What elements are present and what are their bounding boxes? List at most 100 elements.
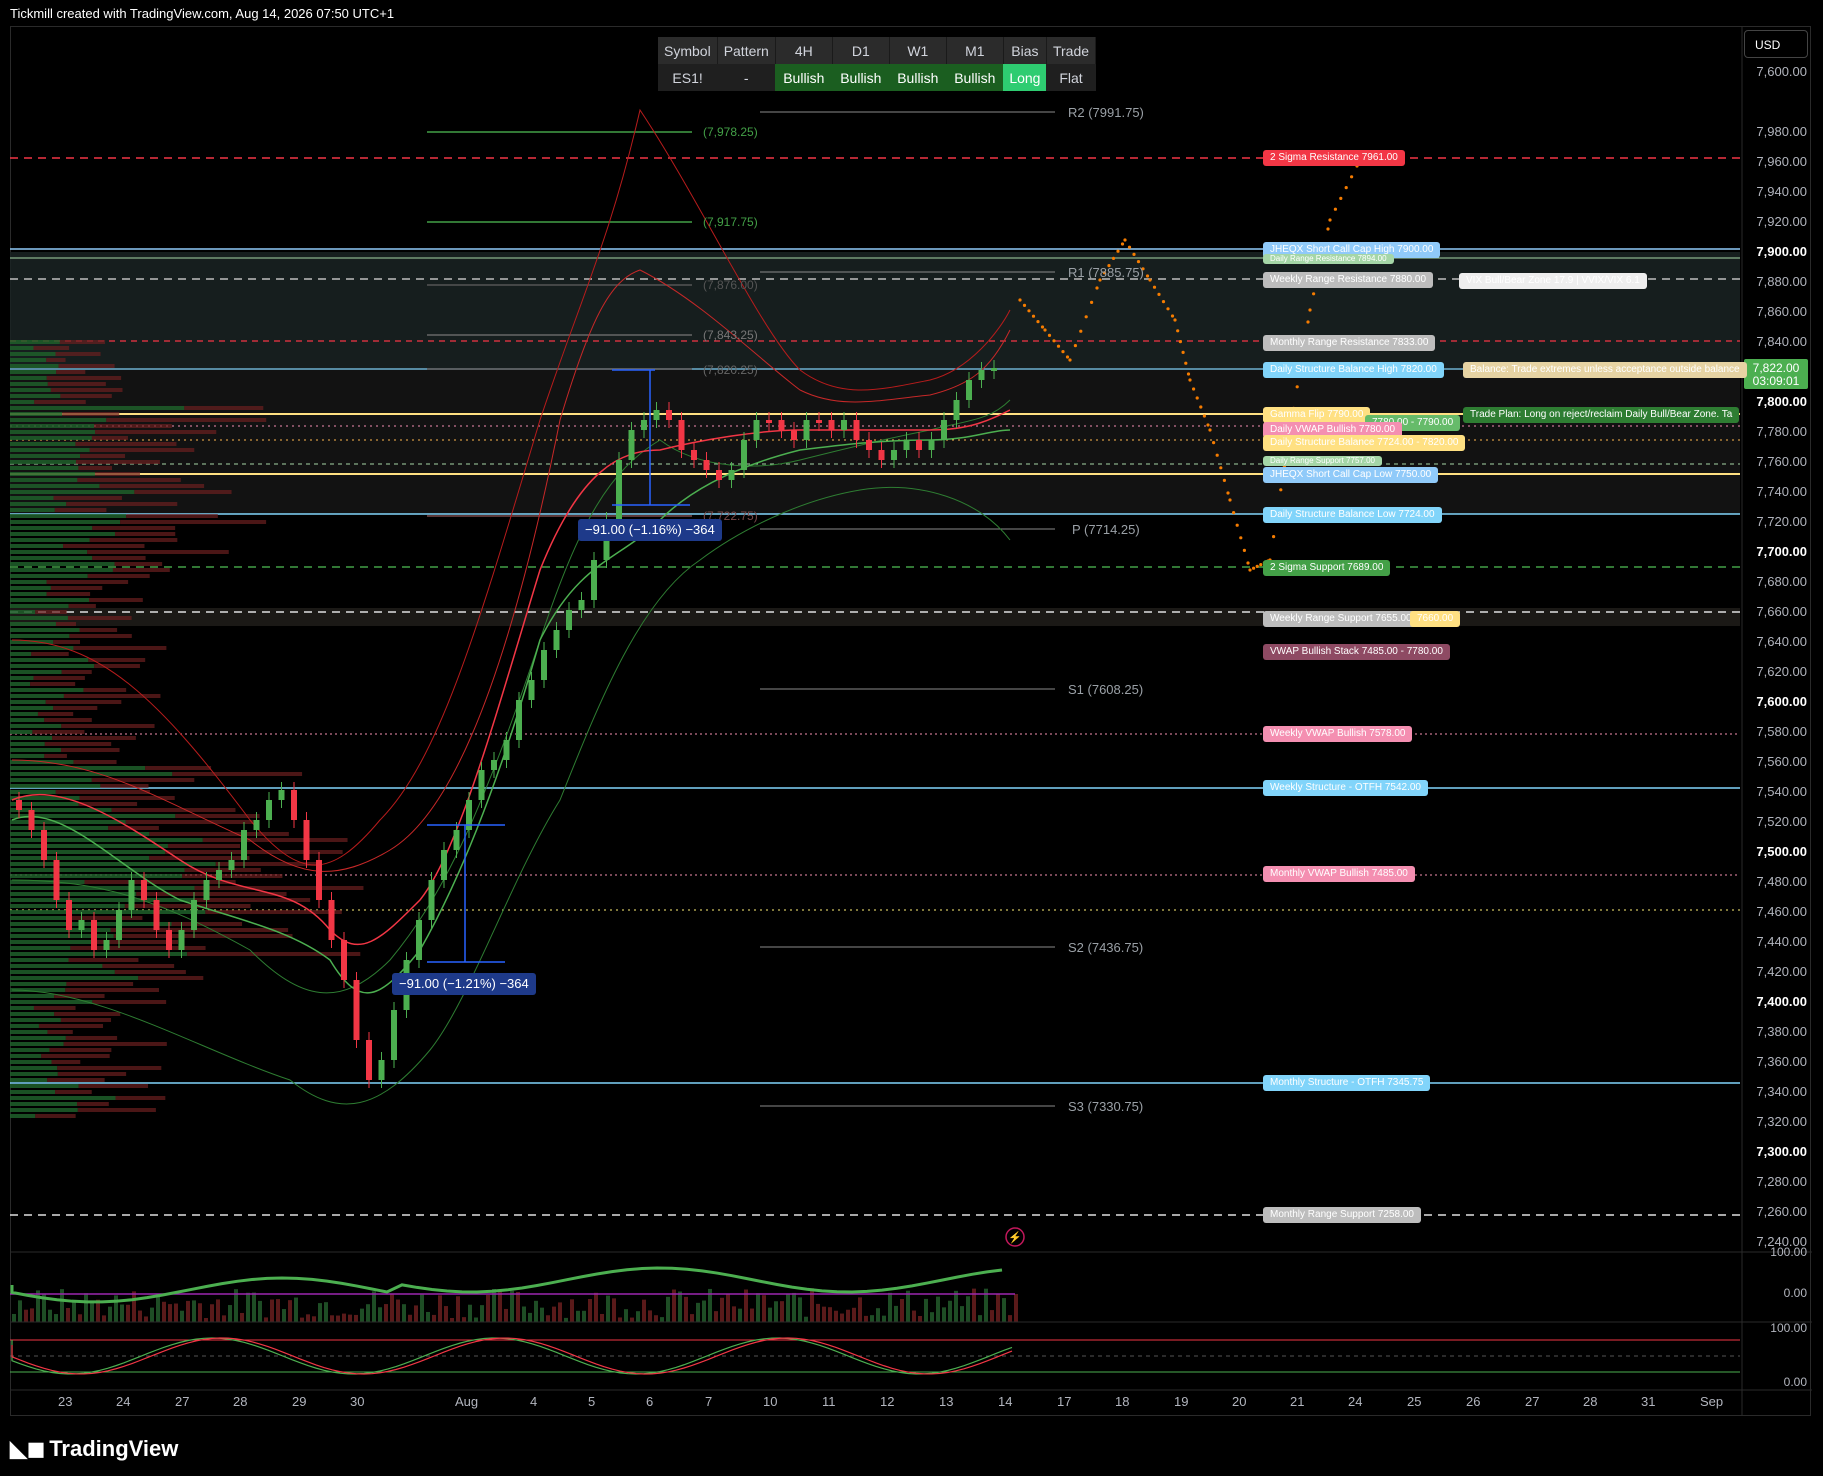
price-tick: 7,720.00 (1756, 514, 1807, 529)
osc-bar (402, 1304, 406, 1322)
projection-dot (1212, 441, 1216, 445)
volume-profile-bar (53, 640, 81, 644)
candle-body (691, 450, 697, 460)
volume-profile-bar (10, 946, 71, 950)
projection-dot (1090, 300, 1094, 304)
volume-profile-bar (54, 1012, 121, 1016)
level-label[interactable]: Daily Structure Balance Low 7724.00 (1263, 507, 1442, 523)
osc-bar (438, 1295, 442, 1322)
volume-profile-bar (38, 1024, 104, 1028)
volume-profile-bar (10, 958, 69, 962)
volume-profile-bar (10, 418, 107, 422)
currency-button[interactable]: USD (1744, 30, 1808, 58)
price-tick: 7,480.00 (1756, 874, 1807, 889)
date-tick: 5 (588, 1394, 596, 1409)
osc-bar (696, 1302, 700, 1322)
volume-profile-bar (10, 472, 95, 476)
candle-body (328, 900, 335, 940)
date-tick: 23 (58, 1394, 73, 1409)
level-label[interactable]: Trade Plan: Long on reject/reclaim Daily… (1463, 407, 1740, 423)
volume-profile-bar (55, 352, 101, 356)
th-trade: Trade (1046, 37, 1097, 64)
projection-dot (1195, 396, 1199, 400)
level-label[interactable]: Gamma Flip 7790.00 (1263, 407, 1371, 423)
projection-dot (1328, 218, 1332, 222)
osc-bar (948, 1300, 952, 1322)
volume-profile-bar (114, 532, 176, 536)
price-tick: 7,680.00 (1756, 574, 1807, 589)
volume-profile-bar (110, 928, 289, 932)
level-label[interactable]: Monthly Range Resistance 7833.00 (1263, 335, 1436, 351)
candle-body (841, 420, 847, 430)
price-tick: 7,780.00 (1756, 424, 1807, 439)
volume-profile-bar (73, 760, 117, 764)
volume-profile-bar (10, 412, 63, 416)
osc-bar (678, 1291, 682, 1322)
volume-profile-bar (10, 538, 90, 542)
volume-profile-bar (10, 706, 54, 710)
osc-bar (102, 1315, 106, 1322)
candle-body (216, 870, 222, 880)
level-label[interactable]: 7660.00 (1410, 611, 1461, 627)
price-tick: 7,520.00 (1756, 814, 1807, 829)
level-label[interactable]: Weekly Range Support 7655.00 (1263, 611, 1419, 627)
level-label[interactable]: Monthly VWAP Bullish 7485.00 (1263, 866, 1415, 882)
candle-body (766, 420, 772, 423)
volume-profile-bar (53, 706, 98, 710)
candle-body (41, 830, 47, 860)
candle-body (203, 880, 210, 900)
date-tick: Sep (1700, 1394, 1724, 1409)
volume-profile-bar (10, 844, 168, 848)
volume-profile-bar (165, 850, 343, 854)
pivot-s1: S1 (7608.25) (1068, 682, 1144, 697)
date-tick: 27 (1525, 1394, 1540, 1409)
osc-bar (54, 1314, 58, 1322)
osc-bar (774, 1301, 778, 1322)
osc-bar (936, 1296, 940, 1322)
level-label[interactable]: Monthly Range Support 7258.00 (1263, 1207, 1421, 1223)
volume-profile-bar (75, 442, 177, 446)
balance-zone (10, 252, 1740, 368)
level-label[interactable]: Weekly Range Resistance 7880.00 (1263, 272, 1434, 288)
volume-profile-bar (10, 550, 88, 554)
level-label[interactable]: Weekly VWAP Bullish 7578.00 (1263, 726, 1413, 742)
volume-profile-bar (187, 952, 361, 956)
projection-dot (1232, 510, 1236, 515)
candle-body (28, 810, 35, 830)
osc-bar (516, 1291, 520, 1322)
level-label[interactable]: Daily Structure Balance 7724.00 - 7820.0… (1263, 435, 1466, 451)
projection-dot (1120, 242, 1125, 246)
volume-profile-bar (10, 424, 95, 428)
volume-profile-bar (10, 964, 103, 968)
volume-profile-bar (113, 934, 293, 938)
level-label[interactable]: Daily Range Resistance 7894.00 (1263, 254, 1394, 264)
level-label[interactable]: Daily Structure Balance High 7820.00 (1263, 362, 1444, 378)
osc-bar (732, 1306, 736, 1322)
volume-profile-bar (10, 376, 47, 380)
projection-dot (1252, 566, 1256, 570)
level-label[interactable]: Weekly Structure - OTFH 7542.00 (1263, 780, 1428, 796)
chart-canvas[interactable]: 7,822.00 03:09:01 ⚡ (0, 0, 1823, 1476)
level-label[interactable]: Monthly Structure - OTFH 7345.75 (1263, 1075, 1431, 1091)
volume-profile-bar (92, 556, 146, 560)
volume-profile-bar (10, 532, 115, 536)
level-label[interactable]: JHEQX Short Call Cap Low 7750.00 (1263, 467, 1439, 483)
candle-body (191, 900, 197, 930)
level-label[interactable]: 2 Sigma Support 7689.00 (1263, 560, 1391, 576)
osc-bar (90, 1302, 94, 1322)
level-label[interactable]: Daily Range Support 7757.00 (1263, 456, 1382, 466)
level-label[interactable]: VIX Bull/Bear Zone 17.9 | VVIX/VIX 6.1 (1459, 273, 1647, 289)
osc-bar (582, 1310, 586, 1322)
volume-profile-bar (134, 490, 232, 494)
osc-bar (726, 1294, 730, 1322)
level-label[interactable]: 2 Sigma Resistance 7961.00 (1263, 150, 1405, 166)
osc-bar (636, 1311, 640, 1322)
osc-bar (792, 1292, 796, 1322)
candle-body (528, 680, 535, 700)
candle-body (903, 440, 910, 450)
level-label[interactable]: Balance: Trade extremes unless acceptanc… (1463, 362, 1747, 378)
projection-dot (1219, 466, 1223, 470)
level-label[interactable]: VWAP Bullish Stack 7485.00 - 7780.00 (1263, 644, 1450, 660)
volume-profile-bar (37, 712, 74, 716)
volume-profile-bar (10, 454, 81, 458)
